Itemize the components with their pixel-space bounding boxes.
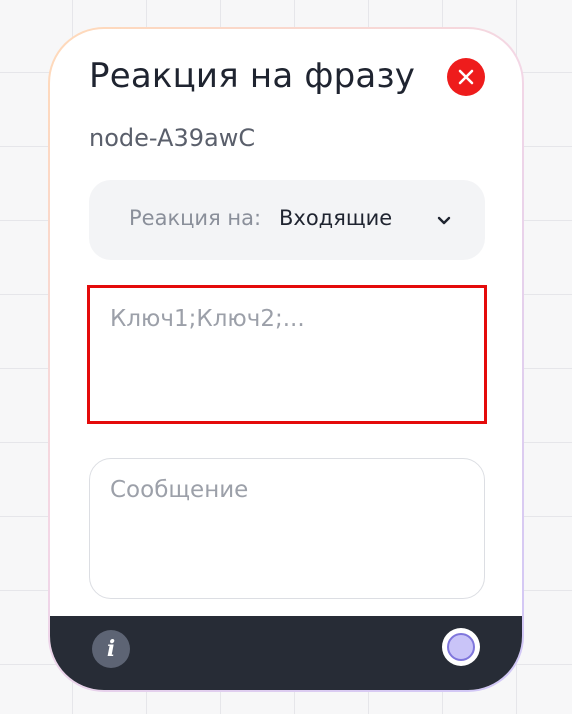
close-icon	[458, 69, 474, 85]
connection-handle[interactable]	[442, 628, 480, 666]
keys-input[interactable]	[90, 288, 484, 421]
node-card[interactable]: Реакция на фразу node-A39awC Реакция на:…	[50, 29, 522, 690]
chevron-down-icon[interactable]	[435, 211, 453, 229]
info-icon: i	[106, 636, 116, 662]
close-button[interactable]	[447, 58, 485, 96]
node-title: Реакция на фразу	[89, 56, 416, 96]
connection-handle-icon	[447, 633, 475, 661]
reaction-select-value[interactable]: Входящие	[279, 206, 392, 230]
node-id: node-A39awC	[89, 124, 256, 152]
message-field[interactable]	[89, 458, 485, 599]
node-card-frame: Реакция на фразу node-A39awC Реакция на:…	[48, 27, 524, 692]
info-button[interactable]: i	[92, 630, 130, 668]
message-input[interactable]	[90, 459, 484, 598]
node-footer: i	[50, 616, 522, 690]
keys-field[interactable]	[87, 285, 487, 424]
reaction-selector[interactable]: Реакция на: Входящие	[89, 180, 485, 260]
reaction-label: Реакция на:	[129, 206, 262, 230]
